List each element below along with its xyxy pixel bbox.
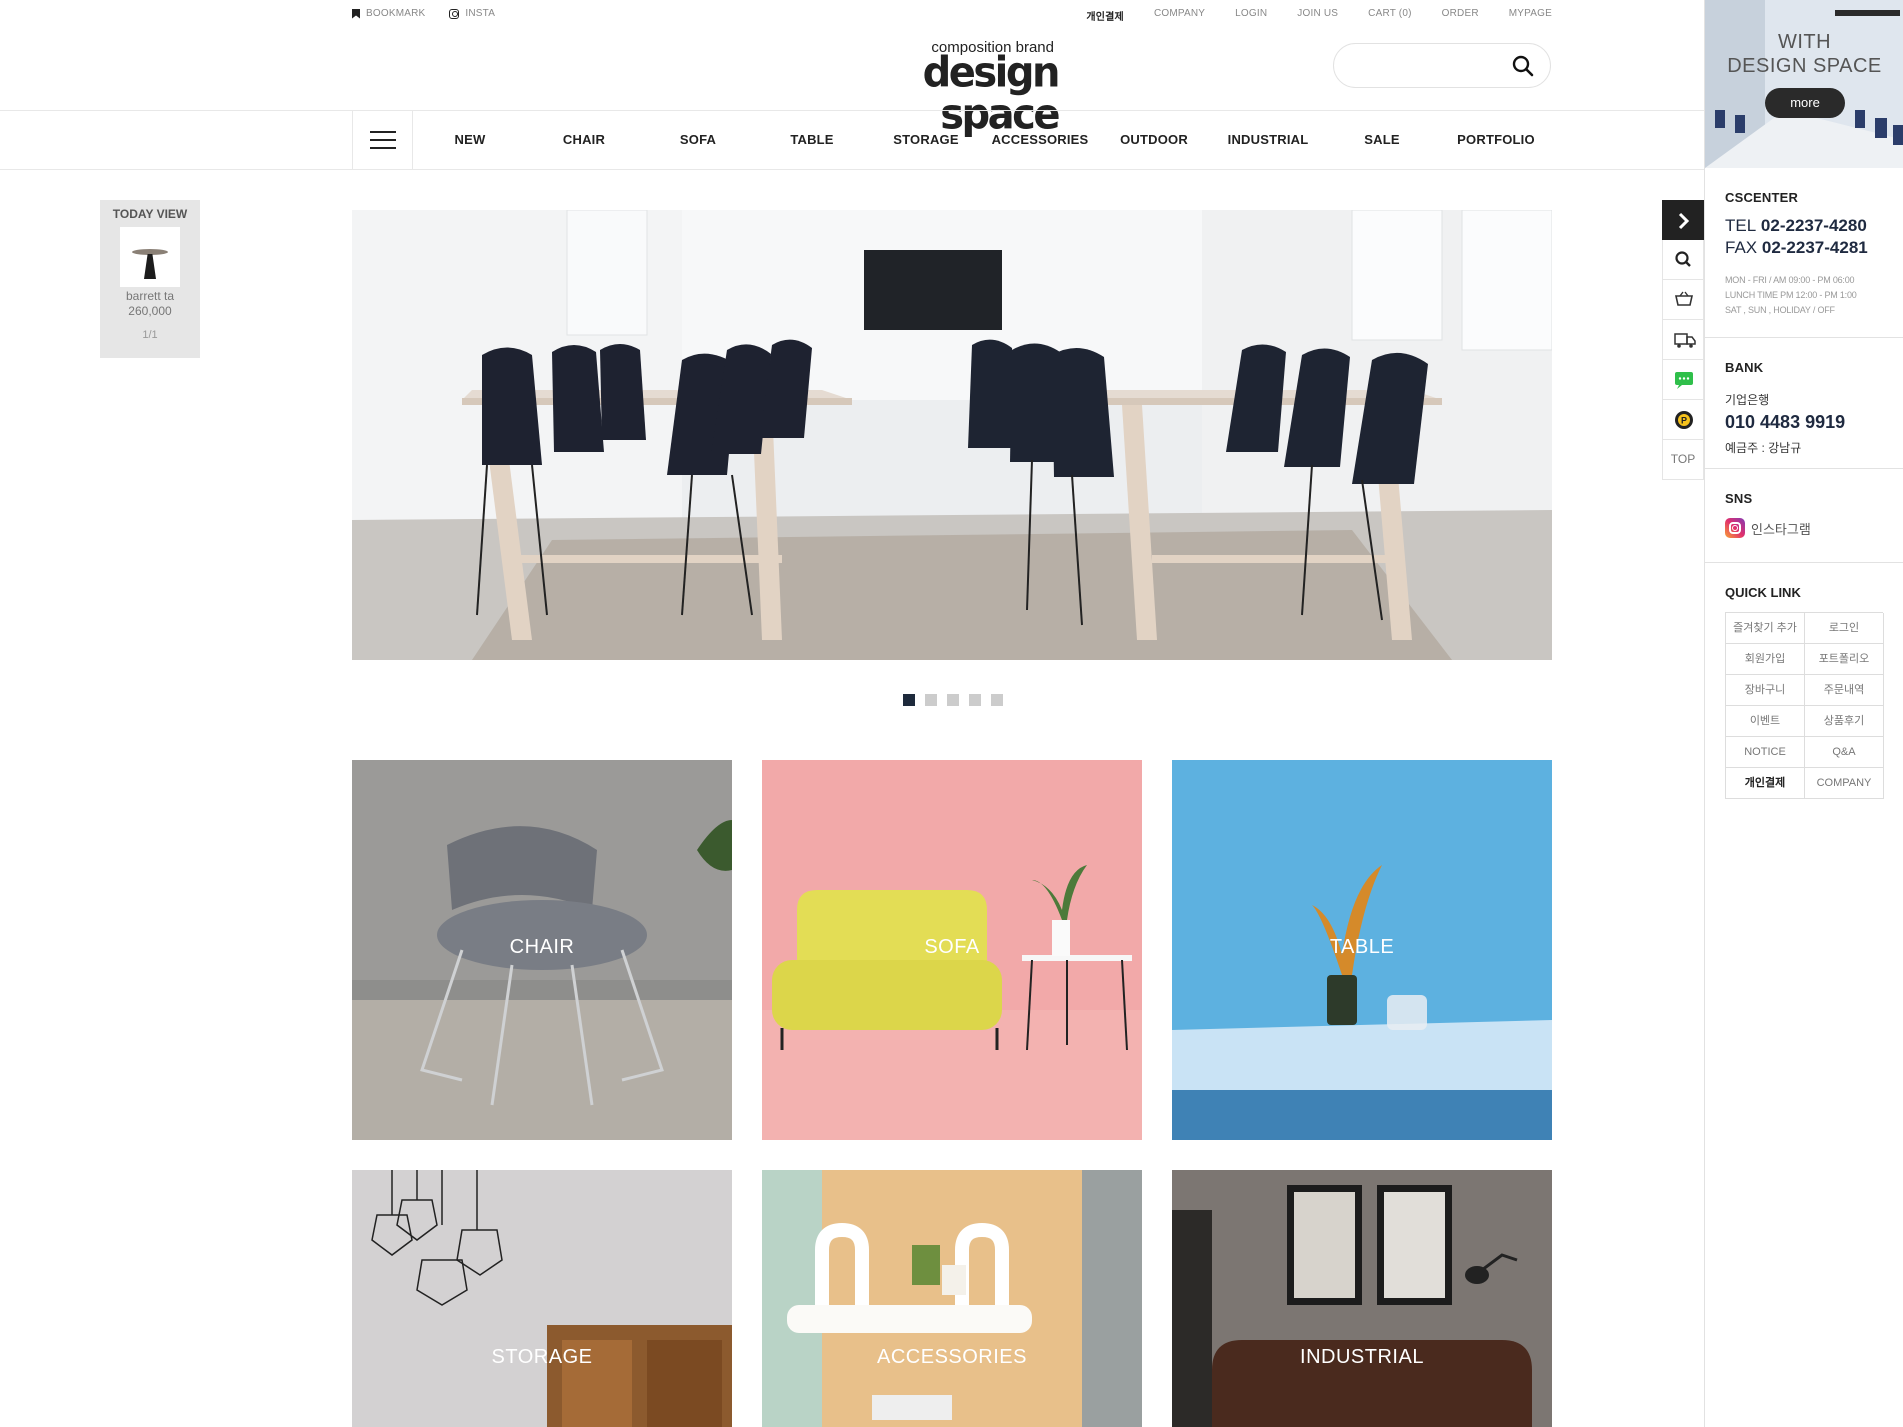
quick-link-qna[interactable]: Q&A: [1805, 737, 1884, 768]
hero-slide-image[interactable]: [352, 210, 1552, 660]
instagram-icon: [449, 8, 460, 19]
right-side-panel: WITH DESIGN SPACE more CSCENTER TEL 02-2…: [1704, 0, 1903, 1427]
bookmark-link[interactable]: BOOKMARK: [352, 8, 425, 19]
bank-section: BANK 기업은행 010 4483 9919 예금주 : 강남규: [1705, 338, 1903, 469]
nav-item-table[interactable]: TABLE: [755, 111, 869, 169]
quick-link-orders[interactable]: 주문내역: [1805, 675, 1884, 706]
slide-dot-3[interactable]: [947, 694, 959, 706]
point-icon: P: [1675, 411, 1693, 429]
quick-link-title: QUICK LINK: [1725, 585, 1801, 600]
nav-item-storage[interactable]: STORAGE: [869, 111, 983, 169]
top-utility-bar: BOOKMARK INSTA 개인결제 COMPANY LOGIN JOIN U…: [352, 0, 1552, 30]
banner-text: WITH DESIGN SPACE: [1727, 31, 1882, 77]
category-label-accessories: ACCESSORIES: [877, 1346, 1027, 1368]
menu-icon[interactable]: [353, 111, 413, 169]
join-link[interactable]: JOIN US: [1297, 8, 1338, 23]
quick-search-button[interactable]: [1662, 240, 1704, 280]
banner-more-button[interactable]: more: [1765, 88, 1845, 118]
bank-name: 기업은행: [1725, 393, 1770, 407]
quick-talk-button[interactable]: [1662, 360, 1704, 400]
quick-delivery-button[interactable]: [1662, 320, 1704, 360]
nav-item-outdoor[interactable]: OUTDOOR: [1097, 111, 1211, 169]
login-link[interactable]: LOGIN: [1235, 8, 1267, 23]
quick-link-cart[interactable]: 장바구니: [1726, 675, 1805, 706]
company-link[interactable]: COMPANY: [1154, 8, 1205, 23]
side-banner[interactable]: WITH DESIGN SPACE more: [1705, 0, 1903, 168]
arrow-right-icon: [1678, 212, 1690, 230]
cscenter-section: CSCENTER TEL 02-2237-4280 FAX 02-2237-42…: [1705, 168, 1903, 338]
today-view-thumbnail[interactable]: [120, 227, 180, 287]
category-tile-industrial[interactable]: INDUSTRIAL: [1172, 1170, 1552, 1427]
quick-link-company[interactable]: COMPANY: [1805, 768, 1884, 799]
cscenter-title: CSCENTER: [1725, 190, 1799, 205]
panel-toggle-button[interactable]: [1662, 200, 1704, 240]
category-label-chair: CHAIR: [509, 936, 575, 958]
quick-link-portfolio[interactable]: 포트폴리오: [1805, 644, 1884, 675]
insta-link[interactable]: INSTA: [449, 8, 495, 19]
quick-link-join[interactable]: 회원가입: [1726, 644, 1805, 675]
sns-title: SNS: [1725, 491, 1753, 506]
delivery-truck-icon: [1674, 333, 1696, 348]
search-box: [1333, 43, 1551, 88]
today-view-panel: TODAY VIEW barrett ta 260,000 1/1: [100, 200, 200, 358]
nav-item-industrial[interactable]: INDUSTRIAL: [1211, 111, 1325, 169]
today-view-title: TODAY VIEW: [112, 207, 188, 221]
nav-item-new[interactable]: NEW: [413, 111, 527, 169]
slide-dot-5[interactable]: [991, 694, 1003, 706]
category-label-table: TABLE: [1329, 936, 1395, 958]
slide-dot-1[interactable]: [903, 694, 915, 706]
today-view-item-name[interactable]: barrett ta: [100, 289, 200, 304]
quick-link-bookmark[interactable]: 즐겨찾기 추가: [1726, 613, 1805, 644]
quick-link-personal-payment[interactable]: 개인결제: [1726, 768, 1805, 799]
category-tile-chair[interactable]: CHAIR: [352, 760, 732, 1140]
chat-icon: [1675, 372, 1693, 389]
bank-title: BANK: [1725, 360, 1764, 375]
quick-cart-button[interactable]: [1662, 280, 1704, 320]
bank-account: 010 4483 9919: [1725, 412, 1846, 432]
quick-link-grid: 즐겨찾기 추가 로그인 회원가입 포트폴리오 장바구니 주문내역 이벤트 상품후…: [1725, 612, 1884, 799]
svg-text:P: P: [1681, 416, 1687, 426]
nav-item-chair[interactable]: CHAIR: [527, 111, 641, 169]
cscenter-tel: TEL 02-2237-4280: [1725, 216, 1867, 235]
instagram-icon: [1725, 518, 1745, 538]
quick-link-event[interactable]: 이벤트: [1726, 706, 1805, 737]
quick-side-bar: P TOP: [1662, 200, 1704, 480]
hero-pagination: [903, 694, 1003, 706]
cscenter-fax: FAX 02-2237-4281: [1725, 238, 1868, 257]
nav-item-accessories[interactable]: ACCESSORIES: [983, 111, 1097, 169]
category-label-industrial: INDUSTRIAL: [1300, 1346, 1424, 1368]
category-tile-table[interactable]: TABLE: [1172, 760, 1552, 1140]
bank-holder: 예금주 : 강남규: [1725, 441, 1802, 455]
slide-dot-4[interactable]: [969, 694, 981, 706]
nav-item-sofa[interactable]: SOFA: [641, 111, 755, 169]
search-input[interactable]: [1350, 54, 1500, 78]
category-label-storage: STORAGE: [491, 1346, 593, 1368]
cart-icon: [1675, 291, 1693, 306]
category-tile-storage[interactable]: STORAGE: [352, 1170, 732, 1427]
cscenter-hours: MON - FRI / AM 09:00 - PM 06:00 LUNCH TI…: [1725, 275, 1857, 315]
quick-link-review[interactable]: 상품후기: [1805, 706, 1884, 737]
search-icon[interactable]: [1512, 55, 1534, 77]
nav-item-sale[interactable]: SALE: [1325, 111, 1439, 169]
category-tile-accessories[interactable]: ACCESSORIES: [762, 1170, 1142, 1427]
search-icon: [1675, 251, 1691, 267]
quick-point-button[interactable]: P: [1662, 400, 1704, 440]
cart-link[interactable]: CART (0): [1368, 8, 1411, 23]
order-link[interactable]: ORDER: [1442, 8, 1479, 23]
today-view-item-price: 260,000: [128, 304, 172, 318]
sns-instagram-link[interactable]: 인스타그램: [1725, 518, 1903, 538]
sns-section: SNS 인스타그램: [1705, 469, 1903, 563]
main-navigation: NEW CHAIR SOFA TABLE STORAGE ACCESSORIES…: [0, 110, 1704, 170]
category-label-sofa: SOFA: [924, 936, 980, 958]
mypage-link[interactable]: MYPAGE: [1509, 8, 1552, 23]
scroll-top-button[interactable]: TOP: [1662, 440, 1704, 480]
quick-link-login[interactable]: 로그인: [1805, 613, 1884, 644]
personal-payment-link[interactable]: 개인결제: [1086, 8, 1124, 23]
slide-dot-2[interactable]: [925, 694, 937, 706]
nav-item-portfolio[interactable]: PORTFOLIO: [1439, 111, 1553, 169]
today-view-pager: 1/1: [142, 329, 158, 341]
category-tile-sofa[interactable]: SOFA: [762, 760, 1142, 1140]
quick-link-notice[interactable]: NOTICE: [1726, 737, 1805, 768]
bookmark-icon: [352, 8, 360, 19]
